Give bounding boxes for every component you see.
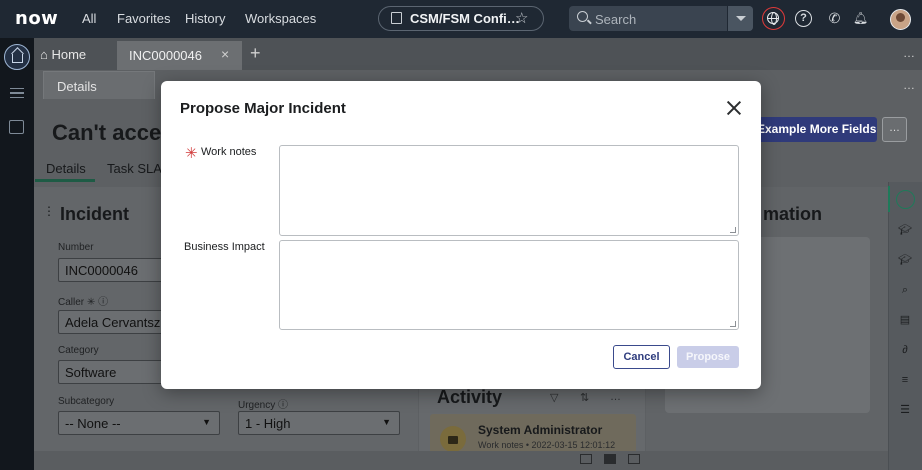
menu-icon[interactable]: ≡ <box>897 372 913 388</box>
required-icon: ✳ <box>185 145 198 162</box>
filter-icon[interactable]: ▽ <box>550 391 558 404</box>
caller-label: Caller ✳ ⓘ <box>58 293 108 308</box>
paperclip-icon[interactable]: ∂ <box>897 342 913 358</box>
resize-grip-icon[interactable] <box>730 321 736 327</box>
incident-heading: Incident <box>60 204 130 224</box>
lock-icon <box>440 426 466 452</box>
info-icon: ⓘ <box>98 297 109 308</box>
example-more-fields-label: Example More Fields <box>757 122 877 136</box>
workspace-context-pill[interactable]: CSM/FSM Confi… ☆ <box>378 6 544 31</box>
activity-heading: Activity <box>437 387 503 407</box>
search-icon <box>577 11 588 22</box>
nav-history[interactable]: History <box>185 11 225 26</box>
caller-field[interactable]: Adela Cervantsz <box>58 310 168 334</box>
section-tab-task-slas[interactable]: Task SLAs <box>107 161 168 176</box>
drag-handle-icon[interactable]: ⋮ <box>43 204 55 218</box>
activity-meta: Work notes • 2022-03-15 12:01:12 <box>478 440 616 450</box>
tab-overflow-icon[interactable]: … <box>903 46 915 60</box>
tab-home-label: Home <box>51 47 87 62</box>
subtab-overflow-icon[interactable]: … <box>903 78 915 92</box>
nav-workspaces[interactable]: Workspaces <box>245 11 316 26</box>
example-more-fields-button[interactable]: Example More Fields <box>745 117 877 142</box>
globe-icon <box>767 12 779 25</box>
urgency-select[interactable]: 1 - High ▼ <box>238 411 400 435</box>
required-icon: ✳ <box>86 297 96 308</box>
close-icon[interactable] <box>723 97 745 119</box>
global-search[interactable]: Search <box>569 6 753 31</box>
document-icon <box>391 12 402 24</box>
single-layout-icon[interactable] <box>628 454 640 464</box>
list-detail-icon[interactable]: ☰ <box>897 402 913 418</box>
record-more-actions-button[interactable]: … <box>882 117 907 142</box>
agent-assist-icon[interactable] <box>896 190 915 209</box>
info-icon: ⓘ <box>278 400 289 411</box>
activity-more-icon[interactable]: … <box>610 391 621 403</box>
language-globe-button[interactable] <box>762 7 785 30</box>
tab-incident[interactable]: INC0000046 × <box>117 41 242 70</box>
user-avatar[interactable] <box>890 9 911 30</box>
subcategory-label: Subcategory <box>58 396 115 407</box>
subcategory-select[interactable]: -- None -- ▼ <box>58 411 220 435</box>
home-icon[interactable] <box>4 44 30 70</box>
search-placeholder: Search <box>595 12 637 27</box>
side-rail-active-indicator <box>888 186 890 212</box>
tab-incident-label: INC0000046 <box>129 48 202 63</box>
workspace-context-label: CSM/FSM Confi… <box>410 11 520 26</box>
subtab-details[interactable]: Details <box>43 71 155 99</box>
subcategory-value: -- None -- <box>65 416 121 431</box>
work-notes-textarea[interactable] <box>279 145 739 236</box>
information-heading: mation <box>763 204 823 224</box>
left-app-rail <box>0 38 34 470</box>
list-icon[interactable] <box>10 88 24 98</box>
caller-label-text: Caller <box>58 297 85 308</box>
sort-icon[interactable]: ⇅ <box>580 391 589 404</box>
home-small-icon: ⌂ <box>40 47 52 62</box>
star-icon[interactable]: ☆ <box>515 9 528 27</box>
urgency-label-text: Urgency <box>238 400 276 411</box>
business-impact-textarea[interactable] <box>279 240 739 330</box>
active-tab-indicator <box>35 179 95 182</box>
nav-favorites[interactable]: Favorites <box>117 11 170 26</box>
phone-icon[interactable]: ✆ <box>826 10 843 27</box>
section-tab-details[interactable]: Details <box>46 161 86 176</box>
split-layout-icon[interactable] <box>604 454 616 464</box>
help-icon[interactable]: ? <box>795 10 812 27</box>
nav-all[interactable]: All <box>82 11 96 26</box>
work-notes-label: Work notes <box>201 146 257 158</box>
urgency-label: Urgency ⓘ <box>238 396 288 411</box>
category-label: Category <box>58 345 99 356</box>
top-navigation-bar: now All Favorites History Workspaces CSM… <box>0 0 922 38</box>
urgency-value: 1 - High <box>245 416 291 431</box>
tab-home[interactable]: ⌂ Home <box>40 47 86 62</box>
add-tab-button[interactable]: + <box>250 43 261 64</box>
learning-icon[interactable]: 🎓︎ <box>897 252 913 268</box>
document-icon[interactable]: ▤ <box>897 312 913 328</box>
bell-icon[interactable]: 🔔︎ <box>852 10 869 27</box>
servicenow-logo[interactable]: now <box>15 8 58 29</box>
knowledge-icon[interactable]: 🎓︎ <box>897 222 913 238</box>
resize-grip-icon[interactable] <box>730 227 736 233</box>
inbox-icon[interactable] <box>9 120 24 134</box>
number-label: Number <box>58 242 94 253</box>
close-tab-icon[interactable]: × <box>221 46 229 62</box>
attachment-icon[interactable]: ⌕ <box>897 282 913 298</box>
category-select[interactable]: Software <box>58 360 168 384</box>
business-impact-label: Business Impact <box>184 241 265 253</box>
chevron-down-icon: ▼ <box>382 417 391 427</box>
list-layout-icon[interactable] <box>580 454 592 464</box>
number-field[interactable]: INC0000046 <box>58 258 168 282</box>
chevron-down-icon: ▼ <box>202 417 211 427</box>
propose-button[interactable]: Propose <box>677 346 739 368</box>
modal-title: Propose Major Incident <box>180 100 346 117</box>
activity-author: System Administrator <box>478 423 603 437</box>
layout-footer <box>34 451 888 470</box>
cancel-button[interactable]: Cancel <box>613 345 670 369</box>
search-scope-dropdown[interactable] <box>727 6 753 31</box>
subtab-details-label: Details <box>57 79 97 94</box>
